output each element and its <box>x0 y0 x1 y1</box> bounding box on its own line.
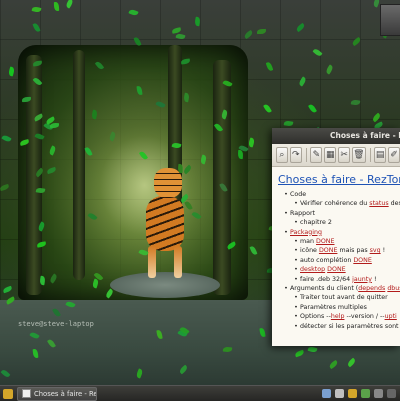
leaf <box>177 163 184 174</box>
window-titlebar[interactable]: Choses à faire - RezTorrent <box>272 128 400 144</box>
todo-item[interactable]: • Code <box>276 190 400 199</box>
bullet-icon: • <box>284 228 288 236</box>
workspace-icon[interactable] <box>387 389 396 398</box>
wiki-link[interactable]: upti <box>385 313 397 320</box>
network-icon[interactable] <box>322 389 331 398</box>
folder-icon[interactable] <box>348 389 357 398</box>
todo-item[interactable]: • faire .deb 32/64 jaunty ! <box>276 275 400 284</box>
note-icon[interactable]: ▤ <box>374 147 387 163</box>
bullet-icon: • <box>294 200 298 208</box>
wiki-link[interactable]: svg <box>370 247 381 254</box>
leaf <box>53 1 60 12</box>
bullet-icon: • <box>294 322 298 330</box>
todo-tree: •Code•Vérifier cohérence du status des•R… <box>276 190 400 331</box>
bullet-icon: • <box>284 209 288 217</box>
grid-icon[interactable]: ▦ <box>324 147 337 163</box>
window-title: Choses à faire - RezTorrent <box>330 131 400 140</box>
todo-item[interactable]: • Paramètres multiples <box>276 303 400 312</box>
wiki-link[interactable]: DONE <box>327 266 346 273</box>
cut-icon[interactable]: ✂ <box>338 147 351 163</box>
todo-text: Code <box>290 191 307 198</box>
notes-window[interactable]: Choses à faire - RezTorrent ⌕ ↷ ✎ ▦ ✂ 🗑 … <box>272 128 400 346</box>
todo-item[interactable]: • Rapport <box>276 209 400 218</box>
system-tray <box>322 389 400 398</box>
todo-item[interactable]: • man DONE <box>276 237 400 246</box>
corner-thumbnail[interactable] <box>380 4 400 36</box>
wiki-link[interactable]: help <box>331 313 345 320</box>
wiki-link[interactable]: DONE <box>316 238 335 245</box>
todo-item[interactable]: • Options --help --version / --upti <box>276 312 400 321</box>
todo-text: Traiter tout avant de quitter <box>300 294 388 302</box>
edit-icon[interactable]: ✐ <box>388 147 400 163</box>
todo-text: auto complétion <box>300 256 354 264</box>
bullet-icon: • <box>294 294 298 302</box>
redo-icon[interactable]: ↷ <box>289 147 302 163</box>
todo-text: Rapport <box>290 209 315 217</box>
document-icon <box>22 389 31 398</box>
todo-text: icône <box>300 247 319 255</box>
wiki-link[interactable]: DONE <box>319 247 338 254</box>
wiki-link[interactable]: status <box>369 200 388 207</box>
wiki-link[interactable]: Packaging <box>290 229 322 236</box>
workspace-icon[interactable] <box>374 389 383 398</box>
todo-item[interactable]: •Vérifier cohérence du status des <box>276 199 400 208</box>
todo-text: Arguments du client ( <box>290 285 359 293</box>
bullet-icon: • <box>294 238 298 246</box>
bullet-icon: • <box>294 275 298 283</box>
taskbar-window-button[interactable]: Choses à faire - RezT... <box>17 386 97 401</box>
bullet-icon: • <box>294 266 298 274</box>
todo-text: Paramètres multiples <box>300 303 367 311</box>
todo-text: faire .deb 32/64 <box>300 275 353 283</box>
todo-item[interactable]: • desktop DONE <box>276 265 400 274</box>
trash-icon[interactable]: 🗑 <box>352 147 366 163</box>
todo-text: man <box>300 238 316 246</box>
bullet-icon: • <box>294 219 298 227</box>
todo-item[interactable]: • auto complétion DONE <box>276 256 400 265</box>
pin-icon[interactable]: ✎ <box>310 147 323 163</box>
todo-text: Options -- <box>300 313 331 321</box>
todo-text: chapitre 2 <box>300 219 332 227</box>
todo-item[interactable]: • Traiter tout avant de quitter <box>276 293 400 302</box>
toolbar-separator <box>305 148 307 162</box>
todo-text: mais pas <box>337 247 370 255</box>
todo-text: ! <box>380 247 386 255</box>
volume-icon[interactable] <box>335 389 344 398</box>
wiki-link[interactable]: desktop <box>300 266 325 273</box>
todo-item[interactable]: • Packaging <box>276 228 400 237</box>
wiki-link[interactable]: jaunty <box>352 276 372 283</box>
document-title[interactable]: Choses à faire - RezTorrent <box>278 173 400 186</box>
todo-text: --version / -- <box>344 313 385 321</box>
bullet-icon: • <box>294 313 298 321</box>
todo-item[interactable]: •détecter si les paramètres sont p <box>276 322 400 331</box>
user-host-label: steve@steve-laptop <box>18 320 94 328</box>
chat-icon[interactable] <box>361 389 370 398</box>
todo-item[interactable]: • icône DONE mais pas svg ! <box>276 246 400 255</box>
toolbar-separator <box>369 148 371 162</box>
tiger-image <box>132 168 198 278</box>
todo-item[interactable]: •Arguments du client (depends dbus <box>276 284 400 293</box>
document-area[interactable]: Choses à faire - RezTorrent •Code•Vérifi… <box>272 167 400 331</box>
todo-text: détecter si les paramètres sont <box>300 322 400 330</box>
wiki-link[interactable]: depends <box>358 285 385 292</box>
todo-item[interactable]: • chapitre 2 <box>276 218 400 227</box>
bullet-icon: • <box>284 191 288 198</box>
app-menu-icon[interactable] <box>3 388 13 399</box>
bullet-icon: • <box>284 285 288 293</box>
bullet-icon: • <box>294 247 298 255</box>
zoom-icon[interactable]: ⌕ <box>276 147 288 163</box>
wiki-link[interactable]: DONE <box>353 257 372 264</box>
todo-text: des <box>390 200 400 208</box>
bullet-icon: • <box>294 256 298 264</box>
taskbar: Choses à faire - RezT... <box>0 385 400 401</box>
todo-text: ! <box>371 275 377 283</box>
todo-text: Vérifier cohérence du <box>300 200 370 208</box>
toolbar: ⌕ ↷ ✎ ▦ ✂ 🗑 ▤ ✐ <box>272 144 400 167</box>
wiki-link[interactable]: dbus <box>387 285 400 292</box>
bullet-icon: • <box>294 303 298 311</box>
taskbar-window-label: Choses à faire - RezT... <box>34 389 96 398</box>
